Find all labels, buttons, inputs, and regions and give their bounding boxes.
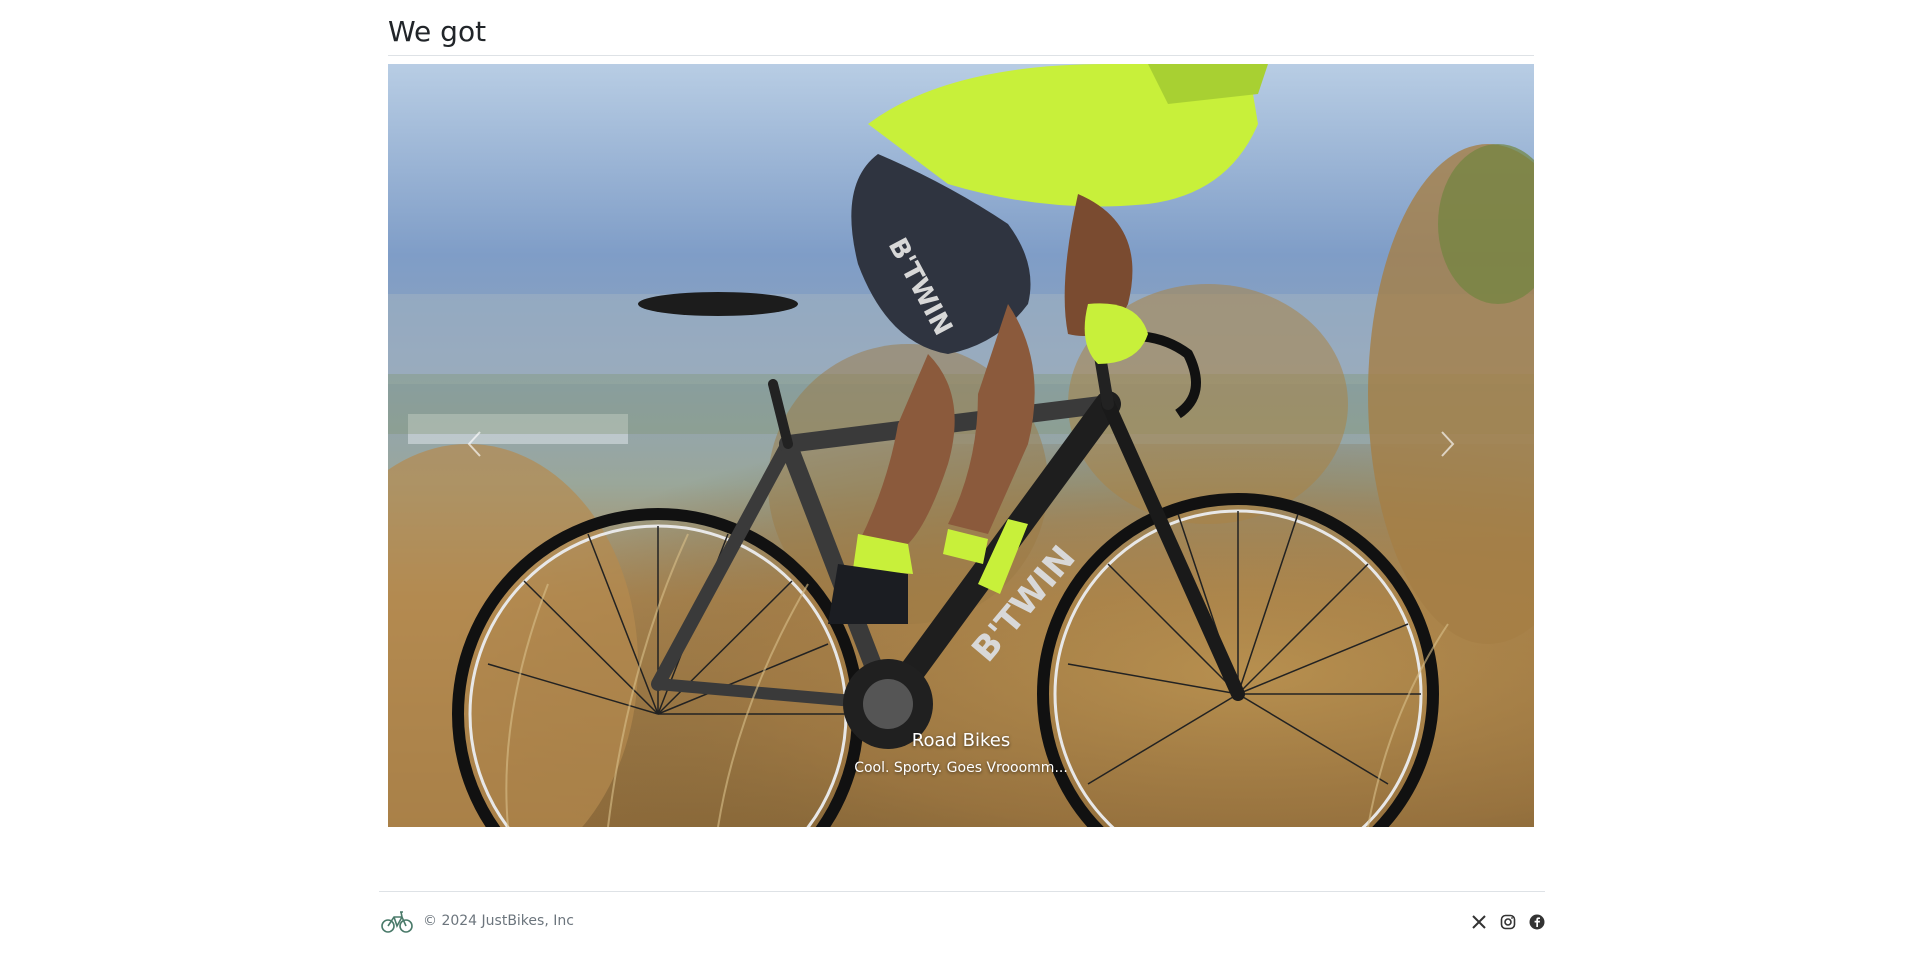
page-title: We got xyxy=(388,15,487,48)
carousel-caption: Road Bikes Cool. Sporty. Goes Vrooomm... xyxy=(388,729,1534,777)
bicycle-icon[interactable] xyxy=(381,908,413,934)
caption-subtitle: Cool. Sporty. Goes Vrooomm... xyxy=(854,760,1068,776)
carousel: B'TWIN B'TWIN Road Bikes Cool. Sporty. G… xyxy=(388,64,1534,827)
copyright-text: © 2024 JustBikes, Inc xyxy=(423,913,574,929)
carousel-next-button[interactable] xyxy=(1362,64,1534,827)
footer-brand: © 2024 JustBikes, Inc xyxy=(381,908,574,934)
social-links xyxy=(1471,914,1545,930)
heading-row: We got xyxy=(388,0,1534,56)
page-header: We got xyxy=(388,0,1534,56)
facebook-icon[interactable] xyxy=(1529,914,1545,930)
chevron-left-icon xyxy=(466,430,482,462)
footer: © 2024 JustBikes, Inc xyxy=(379,891,1545,952)
carousel-prev-button[interactable] xyxy=(388,64,560,827)
x-twitter-icon[interactable] xyxy=(1471,914,1487,930)
instagram-icon[interactable] xyxy=(1500,914,1516,930)
caption-title: Road Bikes xyxy=(911,730,1011,751)
chevron-right-icon xyxy=(1440,430,1456,462)
